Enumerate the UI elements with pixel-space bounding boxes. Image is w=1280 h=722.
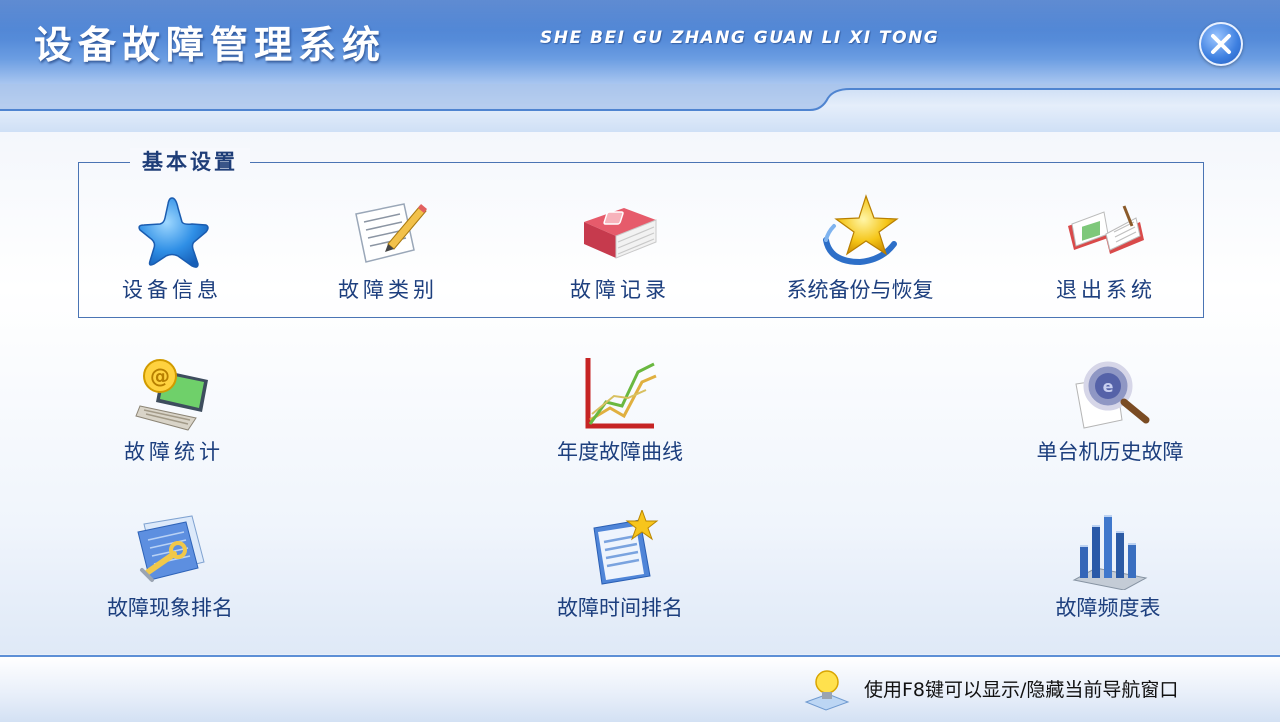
close-button[interactable] xyxy=(1199,22,1243,66)
starred-document-icon xyxy=(593,510,659,585)
tile-annual-fault-curve[interactable]: 年度故障曲线 xyxy=(520,354,720,474)
header-ribbon xyxy=(0,84,1280,134)
lightbulb-icon xyxy=(804,670,850,711)
tile-fault-statistics[interactable]: @ 故障统计 xyxy=(74,354,274,474)
tile-label: 故障统计 xyxy=(124,440,224,464)
tile-label: 故障频度表 xyxy=(1055,596,1161,620)
tile-label: 年度故障曲线 xyxy=(557,440,683,464)
tile-device-info[interactable]: 设备信息 xyxy=(72,192,272,312)
status-hint: 使用F8键可以显示/隐藏当前导航窗口 xyxy=(864,679,1179,701)
tile-fault-category[interactable]: 故障类别 xyxy=(288,192,488,312)
gold-star-orbit-icon xyxy=(823,194,899,266)
tile-fault-frequency-table[interactable]: 故障频度表 xyxy=(1008,510,1208,630)
notepad-pencil-icon xyxy=(355,203,427,263)
tile-fault-time-ranking[interactable]: 故障时间排名 xyxy=(520,510,720,630)
tile-label: 故障类别 xyxy=(338,278,438,302)
close-icon xyxy=(1211,34,1231,54)
app-title: 设备故障管理系统 xyxy=(34,23,387,67)
blue-star-icon xyxy=(138,197,209,268)
tile-fault-record[interactable]: 故障记录 xyxy=(520,192,720,312)
record-book-icon xyxy=(584,208,657,259)
wrench-document-icon xyxy=(137,515,205,582)
tile-label: 退出系统 xyxy=(1056,278,1156,302)
tile-label: 设备信息 xyxy=(122,278,222,302)
open-book-icon xyxy=(1068,205,1144,254)
tile-backup-restore[interactable]: 系统备份与恢复 xyxy=(760,192,960,312)
magnifier-icon: e xyxy=(1075,361,1150,429)
tile-label: 故障现象排名 xyxy=(107,596,233,620)
svg-text:@: @ xyxy=(150,364,170,388)
basic-settings-title: 基本设置 xyxy=(130,148,250,176)
line-chart-icon xyxy=(585,358,657,429)
tile-exit-system[interactable]: 退出系统 xyxy=(1006,192,1206,312)
app-subtitle: SHE BEI GU ZHANG GUAN LI XI TONG xyxy=(540,28,940,48)
laptop-email-icon: @ xyxy=(135,359,208,431)
tile-label: 单台机历史故障 xyxy=(1036,440,1184,464)
tile-fault-symptom-ranking[interactable]: 故障现象排名 xyxy=(70,510,270,630)
tile-single-machine-history[interactable]: e 单台机历史故障 xyxy=(1010,354,1210,474)
tile-label: 故障记录 xyxy=(570,278,670,302)
tile-label: 系统备份与恢复 xyxy=(786,278,934,302)
bar-chart-icon xyxy=(1072,515,1148,590)
tile-label: 故障时间排名 xyxy=(557,596,683,620)
svg-text:e: e xyxy=(1103,377,1114,396)
